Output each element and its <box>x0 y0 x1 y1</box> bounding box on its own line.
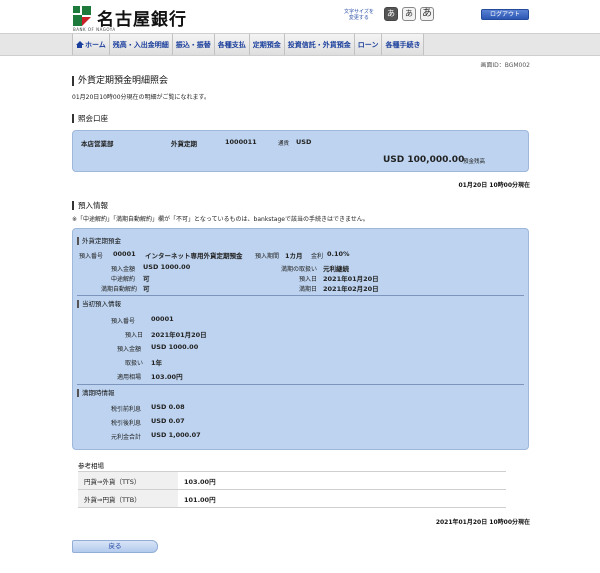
pre-tax-interest-label: 税引前利息 <box>111 406 142 413</box>
nav-balance[interactable]: 残高・入出金明細 <box>109 34 173 55</box>
nav-transfer[interactable]: 振込・振替 <box>172 34 215 55</box>
account-section-title: 照会口座 <box>72 114 108 123</box>
reference-value: 103.00円 <box>178 471 506 490</box>
deposit-no-value: 00001 <box>113 250 136 258</box>
nav-procedures[interactable]: 各種手続き <box>382 34 425 55</box>
initial-no-label: 預入番号 <box>111 318 136 325</box>
pre-tax-interest-value: USD 0.08 <box>151 403 185 411</box>
bank-name-sub: BANK OF NAGOYA <box>73 27 116 32</box>
deposit-period-label: 預入期間 <box>255 253 280 260</box>
balance-value: USD 100,000.00 <box>383 155 465 165</box>
initial-no-value: 00001 <box>151 315 174 323</box>
site-header: 名古屋銀行 BANK OF NAGOYA 文字サイズを 変更する あ あ あ ロ… <box>0 0 600 33</box>
bank-logo-icon <box>73 6 91 26</box>
font-size-label: 文字サイズを 変更する <box>344 9 374 21</box>
initial-date-value: 2021年01月20日 <box>151 331 207 339</box>
reference-table: 円貨⇒外貨（TTS） 103.00円 外貨⇒円貨（TTB） 101.00円 <box>78 471 506 508</box>
deposit-product: インターネット専用外貨定期預金 <box>145 252 243 260</box>
deposit-rate-label: 金利 <box>311 253 324 260</box>
font-size-small-button[interactable]: あ <box>384 7 398 21</box>
reference-label: 外貨⇒円貨（TTB） <box>78 489 178 508</box>
deposit-date-value: 2021年01月20日 <box>323 275 379 283</box>
early-cancel-value: 可 <box>143 275 150 283</box>
deposit-period-value: 1カ月 <box>285 252 303 260</box>
nav-investment[interactable]: 投資信託・外貨預金 <box>284 34 355 55</box>
total-label: 元利金合計 <box>111 434 142 441</box>
maturity-title: 満期時情報 <box>77 389 115 397</box>
maturity-handling-label: 満期の取扱い <box>281 266 318 273</box>
initial-handling-value: 1年 <box>151 359 163 367</box>
nav-home[interactable]: ホーム <box>72 34 110 55</box>
deposit-amount-value: USD 1000.00 <box>143 263 191 271</box>
reference-as-of: 2021年01月20日 10時00分現在 <box>435 519 530 526</box>
deposit-section-title: 預入情報 <box>72 201 108 210</box>
currency-value: USD <box>296 138 312 146</box>
account-number: 1000011 <box>225 138 257 146</box>
page-title: 外貨定期預金明細照会 <box>72 76 168 86</box>
page-note: 01月20日10時00分現在の明細がご覧になれます。 <box>72 94 210 101</box>
table-row: 円貨⇒外貨（TTS） 103.00円 <box>78 471 506 490</box>
back-button[interactable]: 戻る <box>72 540 158 553</box>
initial-amount-label: 預入金額 <box>117 346 142 353</box>
font-size-large-button[interactable]: あ <box>420 7 434 21</box>
initial-date-label: 預入日 <box>125 332 144 339</box>
fx-deposit-title: 外貨定期預金 <box>77 237 121 245</box>
section-divider <box>77 384 524 385</box>
section-divider <box>77 295 524 296</box>
total-value: USD 1,000.07 <box>151 431 201 439</box>
maturity-handling-value: 元利継続 <box>323 265 349 273</box>
logout-button[interactable]: ログアウト <box>481 9 529 20</box>
screen-id: 画面ID：BGM002 <box>480 62 530 69</box>
font-size-medium-button[interactable]: あ <box>402 7 416 21</box>
table-row: 外貨⇒円貨（TTB） 101.00円 <box>78 489 506 508</box>
initial-amount-value: USD 1000.00 <box>151 343 199 351</box>
initial-rate-value: 103.00円 <box>151 373 183 381</box>
deposit-amount-label: 預入金額 <box>111 266 136 273</box>
deposit-no-label: 預入番号 <box>79 253 104 260</box>
reference-label: 円貨⇒外貨（TTS） <box>78 471 178 490</box>
deposit-date-label: 預入日 <box>299 276 318 283</box>
initial-handling-label: 取扱い <box>125 360 144 367</box>
nav-time-deposit[interactable]: 定期預金 <box>249 34 285 55</box>
maturity-date-value: 2021年02月20日 <box>323 285 379 293</box>
account-as-of: 01月20日 10時00分現在 <box>458 182 531 189</box>
account-type: 外貨定期 <box>171 140 197 148</box>
post-tax-interest-value: USD 0.07 <box>151 417 185 425</box>
reference-value: 101.00円 <box>178 489 506 508</box>
account-branch: 本店営業部 <box>81 140 114 148</box>
auto-cancel-label: 満期自動解約 <box>101 286 138 293</box>
maturity-date-label: 満期日 <box>299 286 318 293</box>
initial-title: 当初預入情報 <box>77 300 121 308</box>
early-cancel-label: 中途解約 <box>111 276 136 283</box>
nav-payments[interactable]: 各種支払 <box>214 34 250 55</box>
main-nav: ホーム 残高・入出金明細 振込・振替 各種支払 定期預金 投資信託・外貨預金 ロ… <box>0 33 600 56</box>
initial-rate-label: 適用相場 <box>117 374 142 381</box>
reference-title: 参考相場 <box>78 462 104 470</box>
account-box: 本店営業部 外貨定期 1000011 通貨 USD USD 100,000.00… <box>72 130 529 172</box>
deposit-note: ※「中途解約」「満期自動解約」欄が「不可」となっているものは、bankstage… <box>72 216 369 223</box>
deposit-rate-value: 0.10% <box>327 250 350 258</box>
currency-label: 通貨 <box>278 141 290 147</box>
home-icon <box>76 41 84 48</box>
nav-loan[interactable]: ローン <box>354 34 383 55</box>
deposit-box: 外貨定期預金 預入番号 00001 インターネット専用外貨定期預金 預入期間 1… <box>72 228 529 450</box>
post-tax-interest-label: 税引後利息 <box>111 420 142 427</box>
balance-label: 預金残高 <box>463 159 486 165</box>
auto-cancel-value: 可 <box>143 285 150 293</box>
